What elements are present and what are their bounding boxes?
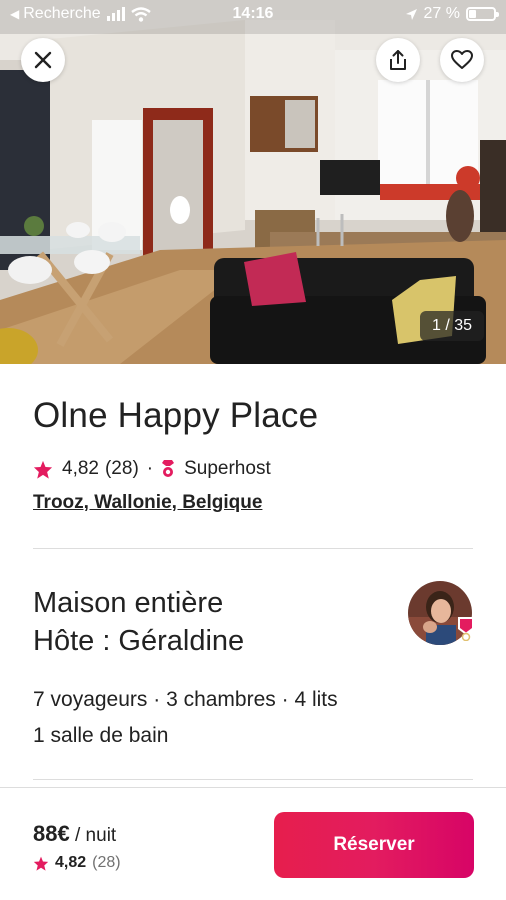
reserve-button[interactable]: Réserver xyxy=(274,812,474,878)
listing-meta: 4,82 (28) · Superhost xyxy=(33,458,271,480)
capacity-line: 7 voyageurs · 3 chambres · 4 lits xyxy=(33,688,338,711)
close-button[interactable] xyxy=(21,38,65,82)
footer-rating[interactable]: 4,82 (28) xyxy=(33,854,121,872)
host-name: Hôte : Géraldine xyxy=(33,625,245,657)
photo-counter: 1 / 35 xyxy=(419,311,484,341)
star-icon xyxy=(33,460,53,479)
location-link[interactable]: Trooz, Wallonie, Belgique xyxy=(33,492,262,514)
divider xyxy=(33,779,473,780)
share-button[interactable] xyxy=(376,38,420,82)
footer-rating-value: 4,82 xyxy=(55,854,87,871)
review-count[interactable]: (28) xyxy=(105,458,139,480)
booking-footer: 88€ / nuit 4,82 (28) Réserver xyxy=(0,787,506,900)
living-room-photo xyxy=(0,0,506,364)
property-type: Maison entière xyxy=(33,587,224,619)
bathroom-line: 1 salle de bain xyxy=(33,724,169,747)
listing-title: Olne Happy Place xyxy=(33,396,319,435)
superhost-badge-icon xyxy=(162,460,175,477)
superhost-avatar-badge-icon xyxy=(458,617,474,641)
nightly-price: 88€ / nuit xyxy=(33,821,116,847)
status-bar: ◀ Recherche 14:16 27 % xyxy=(0,0,506,30)
host-summary: Maison entière Hôte : Géraldine xyxy=(33,584,244,660)
close-icon xyxy=(34,51,52,69)
battery-percent: 27 % xyxy=(423,5,460,22)
star-icon xyxy=(33,856,49,871)
price-unit: / nuit xyxy=(75,825,117,846)
rating-value: 4,82 xyxy=(62,458,99,479)
footer-review-count: (28) xyxy=(92,854,121,871)
divider xyxy=(33,548,473,549)
heart-icon xyxy=(451,50,473,69)
price-amount: 88€ xyxy=(33,821,70,846)
meta-separator: · xyxy=(146,458,154,479)
superhost-label: Superhost xyxy=(184,458,271,479)
battery-icon xyxy=(466,7,499,21)
status-right: 27 % xyxy=(405,5,499,23)
location-arrow-icon xyxy=(405,8,417,20)
save-favorite-button[interactable] xyxy=(440,38,484,82)
listing-facts: 7 voyageurs · 3 chambres · 4 lits 1 sall… xyxy=(33,682,338,754)
battery-fill xyxy=(469,10,477,18)
listing-photo[interactable]: ◀ Recherche 14:16 27 % 1 / 35 xyxy=(0,0,506,364)
share-icon xyxy=(390,50,406,70)
